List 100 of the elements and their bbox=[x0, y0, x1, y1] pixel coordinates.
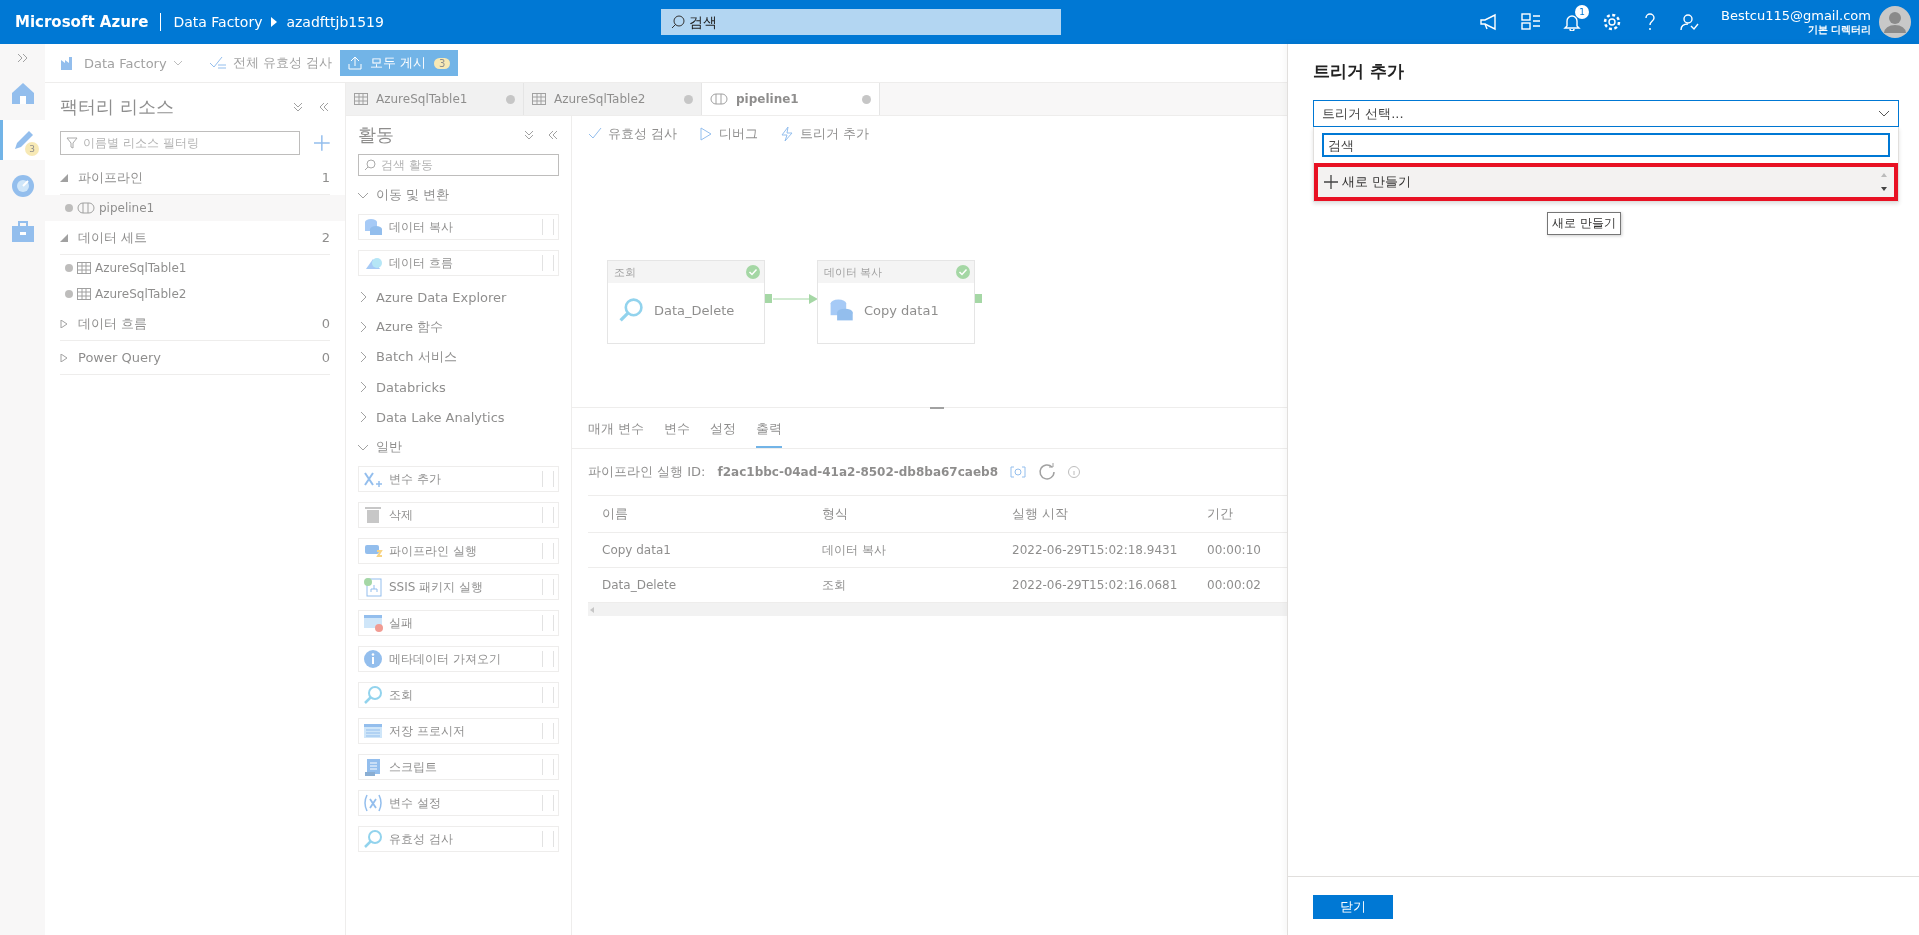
search-field[interactable]: 검색 bbox=[1322, 133, 1890, 157]
activity-item[interactable]: 실패 bbox=[358, 610, 559, 636]
tree-group[interactable]: Power Query bbox=[78, 350, 161, 365]
breadcrumb-link[interactable]: azadfttjb1519 bbox=[286, 14, 384, 30]
activity-category[interactable]: Azure 함수 bbox=[376, 318, 444, 336]
output-port[interactable] bbox=[975, 294, 982, 303]
document-tab[interactable]: pipeline1 bbox=[702, 83, 880, 115]
filter-field[interactable]: 이름별 리소스 필터링 bbox=[60, 131, 301, 155]
add-icon bbox=[1324, 175, 1338, 189]
scroll-arrows-icon bbox=[1880, 171, 1888, 193]
database-icon bbox=[828, 297, 854, 323]
tree-group[interactable]: 데이터 세트 bbox=[78, 228, 148, 247]
tooltip: 새로 만들기 bbox=[1547, 212, 1621, 235]
column-header[interactable]: 이름 bbox=[588, 495, 808, 533]
activity-item[interactable]: 저장 프로시저 bbox=[358, 718, 559, 744]
activity-category[interactable]: Data Lake Analytics bbox=[376, 409, 505, 425]
document-tab[interactable]: AzureSqlTable2 bbox=[524, 83, 702, 115]
breadcrumb-link[interactable]: Data Factory bbox=[173, 14, 263, 30]
publish-all-button[interactable]: 모두 게시 3 bbox=[339, 50, 459, 76]
check-icon bbox=[588, 127, 602, 141]
toolbar-button[interactable]: 트리거 추가 bbox=[780, 125, 870, 143]
activity-item[interactable]: 데이터 흐름 bbox=[358, 250, 559, 276]
magnifier-icon bbox=[363, 829, 383, 849]
activity-item[interactable]: 파이프라인 실행 bbox=[358, 538, 559, 564]
panel-tab[interactable]: 매개 변수 bbox=[588, 420, 645, 448]
scroll-icon bbox=[363, 757, 383, 777]
collapse-panel-icon bbox=[547, 129, 559, 141]
avatar-icon bbox=[1879, 6, 1911, 38]
list-icon bbox=[363, 721, 383, 741]
panel-tab[interactable]: 변수 bbox=[664, 420, 691, 448]
tree-group[interactable]: 파이프라인 bbox=[78, 168, 143, 187]
directory-name[interactable]: 기본 디렉터리 bbox=[1807, 22, 1871, 37]
table-cell: 조회 bbox=[808, 567, 998, 603]
search-field[interactable]: 검색 bbox=[661, 9, 1062, 35]
search-icon bbox=[364, 159, 376, 171]
activity-item[interactable]: 데이터 복사 bbox=[358, 214, 559, 240]
activity-item[interactable]: 스크립트 bbox=[358, 754, 559, 780]
tree-item[interactable]: AzureSqlTable2 bbox=[45, 281, 345, 307]
search-field[interactable]: 검색 활동 bbox=[358, 154, 559, 176]
activity-category[interactable]: 이동 및 변환 bbox=[376, 186, 450, 204]
activity-item[interactable]: 변수 추가 bbox=[358, 466, 559, 492]
scrollbar[interactable] bbox=[588, 603, 1287, 616]
user-email[interactable]: Bestcu115@gmail.com bbox=[1721, 7, 1871, 23]
feedback-icon bbox=[1679, 13, 1699, 31]
activity-category[interactable]: 일반 bbox=[376, 438, 402, 456]
help-icon bbox=[1643, 13, 1657, 31]
node-name: Copy data1 bbox=[864, 302, 939, 318]
output-port[interactable] bbox=[765, 294, 772, 303]
activity-node[interactable]: 데이터 복사 Copy data1 bbox=[817, 260, 975, 344]
dropdown-option[interactable]: 새로 만들기 bbox=[1314, 163, 1898, 201]
item-count: 2 bbox=[321, 230, 330, 245]
upload-icon bbox=[347, 56, 362, 70]
pipeline-icon bbox=[77, 202, 95, 214]
panel-title: 활동 bbox=[358, 123, 394, 147]
activity-item[interactable]: 변수 설정 bbox=[358, 790, 559, 816]
table-cell: 2022-06-29T15:02:18.9431 bbox=[998, 532, 1193, 568]
settings-icon bbox=[1603, 13, 1621, 31]
table-icon bbox=[77, 288, 91, 300]
factory-selector[interactable]: Data Factory bbox=[84, 55, 167, 71]
directory-icon bbox=[1521, 13, 1541, 31]
toolbox-icon bbox=[9, 219, 36, 245]
brand-title[interactable]: Microsoft Azure bbox=[15, 13, 162, 31]
home-icon bbox=[9, 81, 36, 107]
database-icon bbox=[363, 217, 383, 237]
activity-category[interactable]: Databricks bbox=[376, 379, 446, 395]
play-icon bbox=[699, 127, 714, 141]
column-header[interactable]: 실행 시작 bbox=[998, 495, 1193, 533]
activity-category[interactable]: Azure Data Explorer bbox=[376, 289, 507, 305]
trash-icon bbox=[363, 505, 383, 525]
activity-node[interactable]: 조회 Data_Delete bbox=[607, 260, 765, 344]
activity-item[interactable]: 조회 bbox=[358, 682, 559, 708]
variable-icon bbox=[363, 793, 383, 813]
panel-title: 팩터리 리소스 bbox=[60, 95, 174, 119]
code-window-icon bbox=[363, 613, 383, 633]
tree-item[interactable]: pipeline1 bbox=[45, 195, 345, 221]
toolbar-button[interactable]: 유효성 검사 bbox=[588, 125, 678, 143]
rail-item[interactable]: 3 bbox=[0, 120, 45, 160]
table-cell: Data_Delete bbox=[588, 567, 808, 603]
notification-badge: 1 bbox=[1575, 5, 1589, 19]
trigger-dropdown[interactable]: 트리거 선택... bbox=[1313, 100, 1899, 127]
close-button[interactable]: 닫기 bbox=[1313, 895, 1393, 919]
search-icon bbox=[671, 15, 686, 29]
document-tab[interactable]: AzureSqlTable1 bbox=[346, 83, 524, 115]
refresh-icon bbox=[1038, 463, 1056, 481]
tree-group[interactable]: 데이터 흐름 bbox=[78, 314, 148, 333]
tree-item[interactable]: AzureSqlTable1 bbox=[45, 255, 345, 281]
activity-item[interactable]: 삭제 bbox=[358, 502, 559, 528]
panel-tab[interactable]: 출력 bbox=[756, 420, 783, 448]
copy-icon bbox=[1010, 466, 1026, 478]
activity-category[interactable]: Batch 서비스 bbox=[376, 348, 457, 366]
panel-tab[interactable]: 설정 bbox=[710, 420, 737, 448]
toolbar-button[interactable]: 디버그 bbox=[699, 125, 759, 143]
column-header[interactable]: 형식 bbox=[808, 495, 998, 533]
activity-item[interactable]: SSIS 패키지 실행 bbox=[358, 574, 559, 600]
run-id-label: 파이프라인 실행 ID: bbox=[588, 463, 706, 481]
validate-all-button[interactable]: 전체 유효성 검사 bbox=[232, 54, 332, 72]
bell-icon bbox=[1563, 13, 1581, 31]
activity-item[interactable]: 메타데이터 가져오기 bbox=[358, 646, 559, 672]
activity-item[interactable]: 유효성 검사 bbox=[358, 826, 559, 852]
table-icon bbox=[532, 93, 546, 105]
